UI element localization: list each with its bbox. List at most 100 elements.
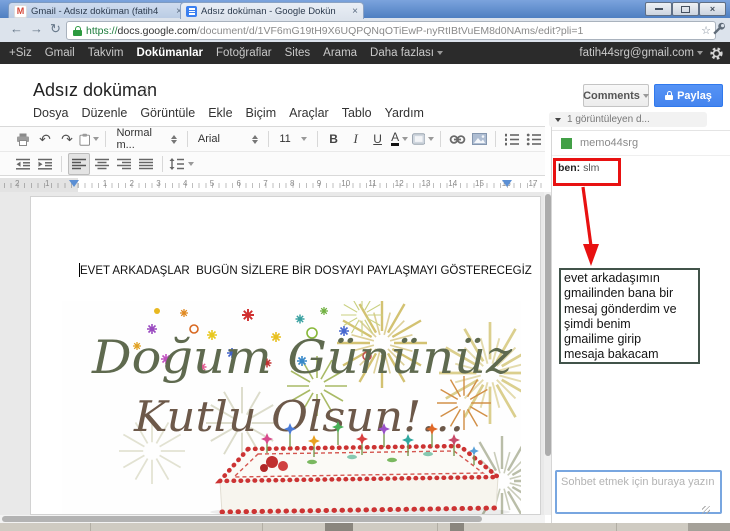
underline-button[interactable]: U — [368, 129, 388, 149]
document-page[interactable]: EVET ARKADAŞLAR BUGÜN SİZLERE BİR DOSYAY… — [30, 196, 541, 515]
line-spacing-button[interactable] — [169, 154, 194, 174]
gear-icon[interactable] — [709, 46, 724, 61]
menu-araclar[interactable]: Araçlar — [289, 106, 329, 120]
menu-tablo[interactable]: Tablo — [342, 106, 372, 120]
bold-button[interactable]: B — [324, 129, 344, 149]
insert-link-button[interactable] — [447, 129, 467, 149]
decrease-indent-button[interactable] — [13, 154, 33, 174]
back-icon[interactable]: ← — [10, 21, 23, 36]
image-text-line1: Doğum Gününüz — [91, 330, 513, 384]
align-right-button[interactable] — [114, 154, 134, 174]
google-top-bar: +Siz Gmail Takvim Dokümanlar Fotoğraflar… — [0, 42, 730, 64]
ruler-number: 3 — [156, 179, 161, 188]
ruler-number: 15 — [475, 179, 484, 188]
url-host: docs.google.com — [117, 24, 197, 37]
menu-ekle[interactable]: Ekle — [208, 106, 232, 120]
ruler-number: 13 — [421, 179, 431, 188]
browser-tab-docs[interactable]: Adsız doküman - Google Dokün × — [180, 2, 364, 19]
ruler-number: 11 — [368, 179, 377, 188]
window-close-button[interactable]: × — [699, 2, 726, 16]
document-canvas: EVET ARKADAŞLAR BUGÜN SİZLERE BİR DOSYAY… — [0, 192, 545, 515]
ruler-number: 5 — [209, 179, 215, 188]
wrench-menu-icon[interactable] — [712, 22, 726, 36]
ruler-number: 1 — [45, 179, 50, 188]
forward-icon[interactable]: → — [30, 21, 43, 36]
menu-bicim[interactable]: Biçim — [246, 106, 277, 120]
paragraph-style-dropdown[interactable]: Normal m... — [112, 127, 180, 151]
align-left-button[interactable] — [68, 152, 90, 175]
highlight-color-button[interactable] — [411, 129, 435, 149]
ruler-number: 2 — [15, 179, 20, 188]
print-button[interactable] — [13, 129, 33, 149]
left-indent-marker[interactable] — [69, 180, 79, 187]
gbar-item-arama[interactable]: Arama — [323, 47, 357, 59]
menu-goruntule[interactable]: Görüntüle — [140, 106, 195, 120]
reload-icon[interactable]: ↻ — [50, 21, 61, 37]
gbar-item-plus-siz[interactable]: +Siz — [9, 47, 32, 59]
viewers-summary-button[interactable]: 1 görüntüleyen d... — [549, 112, 707, 127]
align-center-button[interactable] — [92, 154, 112, 174]
chevron-down-icon — [402, 137, 409, 141]
italic-button[interactable]: I — [346, 129, 366, 149]
numbered-list-icon — [504, 133, 519, 145]
link-icon — [449, 134, 465, 144]
align-center-icon — [94, 158, 109, 169]
menu-yardim[interactable]: Yardım — [385, 106, 424, 120]
share-button[interactable]: Paylaş — [654, 84, 723, 107]
font-size-dropdown[interactable]: 11 — [275, 130, 310, 148]
ruler-number: 2 — [129, 179, 134, 188]
menu-dosya[interactable]: Dosya — [33, 106, 68, 120]
ruler: 2 1 1 2 3 4 5 6 7 8 9 10 11 12 13 14 15 16 17 — [0, 178, 545, 193]
menu-duzenle[interactable]: Düzenle — [81, 106, 127, 120]
ruler-number: 6 — [236, 179, 241, 188]
bullet-list-button[interactable] — [524, 129, 544, 149]
right-indent-marker[interactable] — [502, 180, 512, 187]
increase-indent-button[interactable] — [35, 154, 55, 174]
insert-image-button[interactable] — [469, 129, 489, 149]
red-arrow-annotation — [581, 186, 599, 266]
gbar-item-fotograflar[interactable]: Fotoğraflar — [216, 47, 272, 59]
chevron-down-icon — [436, 50, 443, 55]
numbered-list-button[interactable] — [502, 129, 522, 149]
window-maximize-button[interactable] — [672, 2, 699, 16]
text-color-button[interactable]: A — [390, 129, 410, 149]
editor-toolbar-secondary — [0, 152, 545, 176]
url-scheme: https:// — [86, 24, 118, 37]
horizontal-scrollbar-thumb[interactable] — [2, 516, 482, 522]
gbar-item-sites[interactable]: Sites — [285, 47, 311, 59]
font-family-dropdown[interactable]: Arial — [194, 130, 262, 148]
gbar-item-gmail[interactable]: Gmail — [45, 47, 75, 59]
gbar-item-takvim[interactable]: Takvim — [88, 47, 124, 59]
viewer-name: memo44srg — [580, 137, 639, 149]
updown-icon — [170, 134, 177, 144]
comments-button[interactable]: Comments — [583, 84, 649, 107]
gbar-item-daha-fazlasi[interactable]: Daha fazlası — [370, 47, 443, 59]
tab-close-icon[interactable]: × — [352, 6, 358, 17]
star-document-icon[interactable]: ☆ — [139, 82, 152, 100]
bookmark-star-icon[interactable]: ☆ — [701, 24, 711, 37]
align-justify-button[interactable] — [136, 154, 156, 174]
resize-grip-icon[interactable] — [702, 506, 710, 514]
account-email[interactable]: fatih44srg@gmail.com — [579, 47, 703, 59]
print-icon — [17, 133, 29, 146]
align-right-icon — [116, 158, 131, 169]
address-bar[interactable]: https://docs.google.com/document/d/1VF6m… — [66, 21, 716, 40]
screen: M Gmail - Adsız doküman (fatih4 × Adsız … — [0, 0, 730, 531]
paint-format-button[interactable] — [79, 129, 100, 149]
undo-button[interactable]: ↶ — [35, 129, 55, 149]
chevron-down-icon — [93, 137, 100, 141]
indent-decrease-icon — [16, 158, 30, 170]
window-minimize-button[interactable] — [645, 2, 672, 16]
gbar-item-dokumanlar[interactable]: Dokümanlar — [137, 47, 203, 59]
indent-increase-icon — [38, 158, 52, 170]
document-text-line[interactable]: EVET ARKADAŞLAR BUGÜN SİZLERE BİR DOSYAY… — [80, 265, 532, 277]
redo-button[interactable]: ↷ — [57, 129, 77, 149]
ruler-number: 14 — [448, 179, 458, 188]
chevron-down-icon — [642, 93, 649, 98]
viewer-row[interactable]: memo44srg — [552, 130, 730, 156]
horizontal-scrollbar[interactable] — [0, 515, 545, 523]
chat-input[interactable] — [555, 470, 722, 514]
updown-icon — [252, 134, 259, 144]
browser-tab-gmail[interactable]: M Gmail - Adsız doküman (fatih4 × — [8, 2, 188, 19]
birthday-image[interactable]: Doğum Gününüz Kutlu Olsun!... — [62, 301, 521, 514]
